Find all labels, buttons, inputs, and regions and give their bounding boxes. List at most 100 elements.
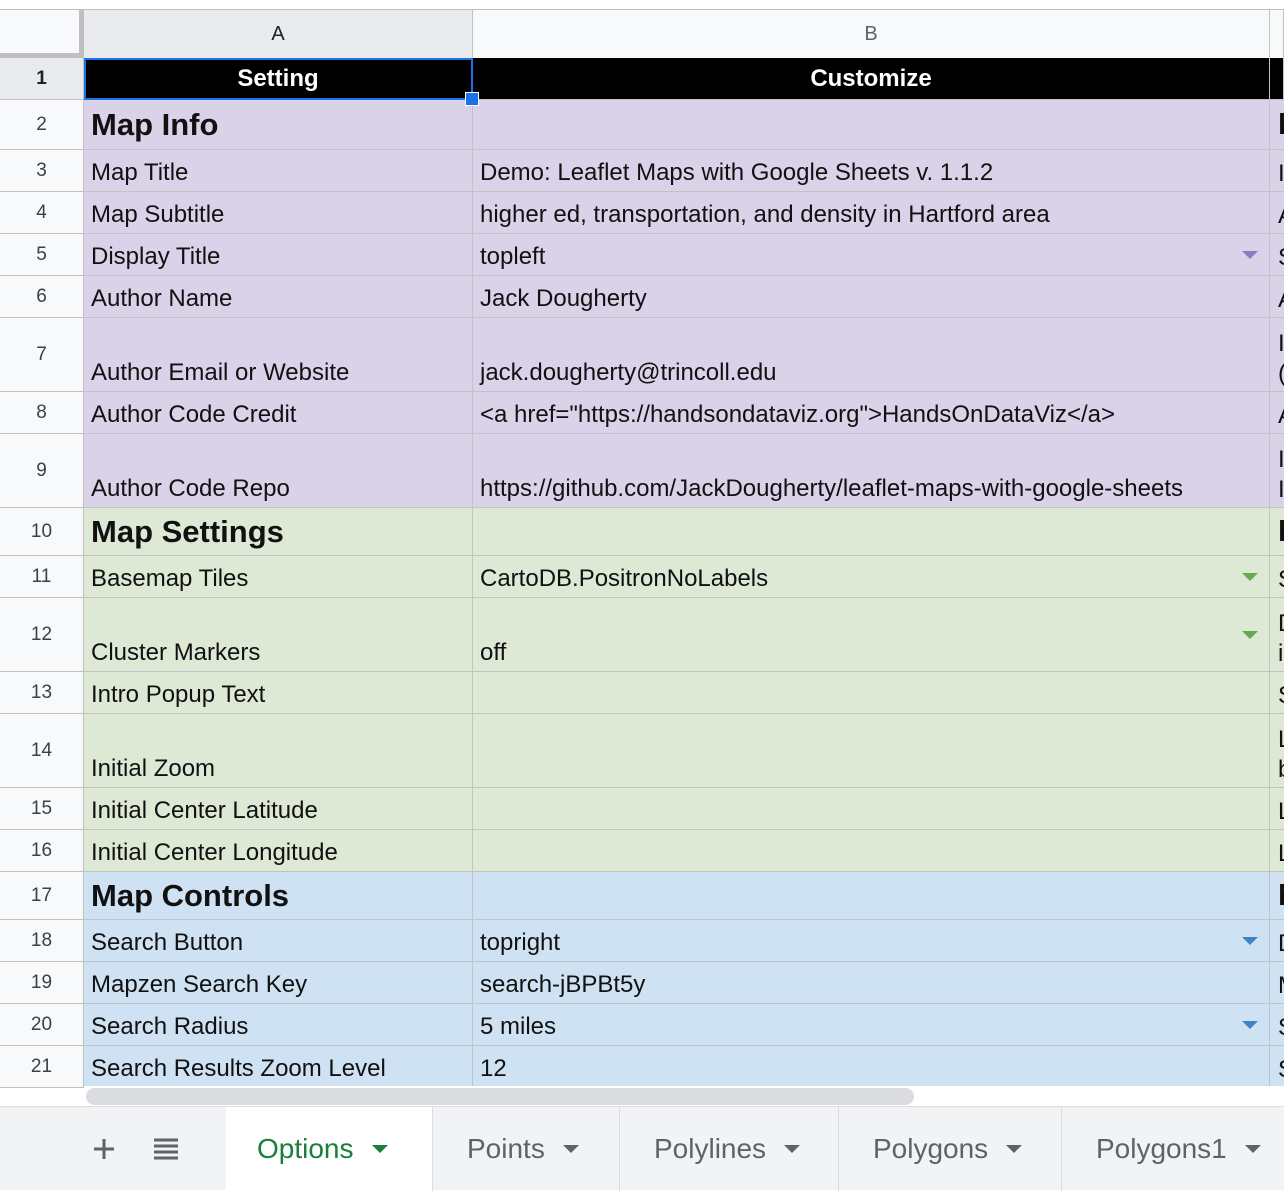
value-cell[interactable] xyxy=(473,788,1270,830)
notes-cell-clipped[interactable]: Lb xyxy=(1270,714,1284,788)
dropdown-cell[interactable]: topright xyxy=(473,920,1270,962)
row-header[interactable]: 12 xyxy=(0,598,84,672)
value-cell[interactable] xyxy=(473,672,1270,714)
setting-cell[interactable]: Map Title xyxy=(84,150,473,192)
tab-polygons[interactable]: Polygons xyxy=(839,1107,1061,1191)
row-header[interactable]: 13 xyxy=(0,672,84,714)
fill-handle[interactable] xyxy=(465,92,479,106)
section-heading[interactable]: Map Info xyxy=(84,100,473,150)
horizontal-scrollbar-thumb[interactable] xyxy=(86,1088,914,1105)
notes-cell-clipped[interactable]: M xyxy=(1270,508,1284,556)
row-header[interactable]: 4 xyxy=(0,192,84,234)
column-header-b[interactable]: B xyxy=(473,10,1270,59)
row-header[interactable]: 21 xyxy=(0,1046,84,1088)
dropdown-cell[interactable]: off xyxy=(473,598,1270,672)
row-header[interactable]: 11 xyxy=(0,556,84,598)
row-header[interactable]: 10 xyxy=(0,508,84,556)
select-all-corner[interactable] xyxy=(0,10,84,58)
dropdown-cell[interactable]: 5 miles xyxy=(473,1004,1270,1046)
section-heading[interactable]: Map Settings xyxy=(84,508,473,556)
section-heading[interactable]: Map Controls xyxy=(84,872,473,920)
notes-cell-clipped[interactable]: A xyxy=(1270,276,1284,318)
row-header[interactable]: 15 xyxy=(0,788,84,830)
notes-cell-clipped[interactable]: M xyxy=(1270,100,1284,150)
row-header[interactable]: 5 xyxy=(0,234,84,276)
value-cell[interactable]: https://github.com/JackDougherty/leaflet… xyxy=(473,434,1270,508)
row-header[interactable]: 9 xyxy=(0,434,84,508)
value-cell[interactable] xyxy=(473,714,1270,788)
value-cell[interactable] xyxy=(473,508,1270,556)
tab-menu-caret-icon[interactable] xyxy=(784,1145,801,1153)
setting-cell[interactable]: Map Subtitle xyxy=(84,192,473,234)
setting-cell[interactable]: Author Code Credit xyxy=(84,392,473,434)
notes-cell-clipped[interactable]: L xyxy=(1270,788,1284,830)
value-cell[interactable]: Demo: Leaflet Maps with Google Sheets v.… xyxy=(473,150,1270,192)
notes-cell-clipped[interactable]: S xyxy=(1270,672,1284,714)
setting-cell[interactable]: Search Results Zoom Level xyxy=(84,1046,473,1088)
setting-cell[interactable]: Author Name xyxy=(84,276,473,318)
value-cell[interactable]: higher ed, transportation, and density i… xyxy=(473,192,1270,234)
tab-menu-caret-icon[interactable] xyxy=(1244,1145,1261,1153)
tab-options[interactable]: Options xyxy=(226,1107,432,1191)
dropdown-arrow-icon[interactable] xyxy=(1242,1021,1258,1029)
value-cell[interactable]: Jack Dougherty xyxy=(473,276,1270,318)
notes-cell-clipped[interactable]: Di xyxy=(1270,598,1284,672)
setting-cell[interactable]: Author Email or Website xyxy=(84,318,473,392)
tab-polygons1[interactable]: Polygons1 xyxy=(1062,1107,1284,1191)
header-cell-customize[interactable]: Customize xyxy=(473,58,1270,100)
dropdown-arrow-icon[interactable] xyxy=(1242,937,1258,945)
column-header-a[interactable]: A xyxy=(84,10,473,59)
row-header[interactable]: 16 xyxy=(0,830,84,872)
setting-cell[interactable]: Display Title xyxy=(84,234,473,276)
row-header[interactable]: 3 xyxy=(0,150,84,192)
notes-cell-clipped[interactable]: II xyxy=(1270,434,1284,508)
value-cell[interactable]: jack.dougherty@trincoll.edu xyxy=(473,318,1270,392)
notes-cell-clipped[interactable]: D xyxy=(1270,920,1284,962)
row-header[interactable]: 18 xyxy=(0,920,84,962)
dropdown-arrow-icon[interactable] xyxy=(1242,631,1258,639)
setting-cell[interactable]: Author Code Repo xyxy=(84,434,473,508)
notes-cell-clipped[interactable]: I xyxy=(1270,150,1284,192)
tab-points[interactable]: Points xyxy=(433,1107,619,1191)
notes-cell-clipped[interactable]: S xyxy=(1270,1004,1284,1046)
notes-cell-clipped[interactable]: A xyxy=(1270,192,1284,234)
notes-cell-clipped[interactable]: M xyxy=(1270,872,1284,920)
setting-cell[interactable]: Mapzen Search Key xyxy=(84,962,473,1004)
row-header[interactable]: 1 xyxy=(0,58,84,100)
tab-menu-caret-icon[interactable] xyxy=(562,1145,579,1153)
row-header[interactable]: 14 xyxy=(0,714,84,788)
notes-cell-clipped[interactable]: I( xyxy=(1270,318,1284,392)
row-header[interactable]: 19 xyxy=(0,962,84,1004)
tab-polylines[interactable]: Polylines xyxy=(620,1107,838,1191)
notes-cell-clipped[interactable]: L xyxy=(1270,830,1284,872)
all-sheets-icon[interactable] xyxy=(144,1127,188,1171)
value-cell[interactable]: 12 xyxy=(473,1046,1270,1088)
add-sheet-icon[interactable] xyxy=(82,1127,126,1171)
setting-cell[interactable]: Intro Popup Text xyxy=(84,672,473,714)
dropdown-cell[interactable]: CartoDB.PositronNoLabels xyxy=(473,556,1270,598)
setting-cell[interactable]: Initial Center Latitude xyxy=(84,788,473,830)
tab-menu-caret-icon[interactable] xyxy=(371,1145,388,1153)
dropdown-arrow-icon[interactable] xyxy=(1242,251,1258,259)
notes-cell-clipped[interactable]: A xyxy=(1270,392,1284,434)
setting-cell[interactable]: Basemap Tiles xyxy=(84,556,473,598)
row-header[interactable]: 17 xyxy=(0,872,84,920)
setting-cell[interactable]: Cluster Markers xyxy=(84,598,473,672)
row-header[interactable]: 8 xyxy=(0,392,84,434)
value-cell[interactable] xyxy=(473,100,1270,150)
notes-cell-clipped[interactable]: S xyxy=(1270,1046,1284,1088)
spreadsheet-grid[interactable]: AB 1SettingCustomize2Map InfoM3Map Title… xyxy=(0,0,1284,1106)
tab-menu-caret-icon[interactable] xyxy=(1006,1145,1023,1153)
column-header-c[interactable] xyxy=(1270,10,1284,59)
setting-cell[interactable]: Search Button xyxy=(84,920,473,962)
notes-cell-clipped[interactable]: M xyxy=(1270,962,1284,1004)
row-header[interactable]: 7 xyxy=(0,318,84,392)
setting-cell[interactable]: Initial Zoom xyxy=(84,714,473,788)
value-cell[interactable] xyxy=(473,830,1270,872)
notes-cell-clipped[interactable]: S xyxy=(1270,234,1284,276)
row-header[interactable]: 20 xyxy=(0,1004,84,1046)
setting-cell[interactable]: Initial Center Longitude xyxy=(84,830,473,872)
row-header[interactable]: 6 xyxy=(0,276,84,318)
value-cell[interactable]: search-jBPBt5y xyxy=(473,962,1270,1004)
header-cell-c[interactable] xyxy=(1270,58,1284,100)
